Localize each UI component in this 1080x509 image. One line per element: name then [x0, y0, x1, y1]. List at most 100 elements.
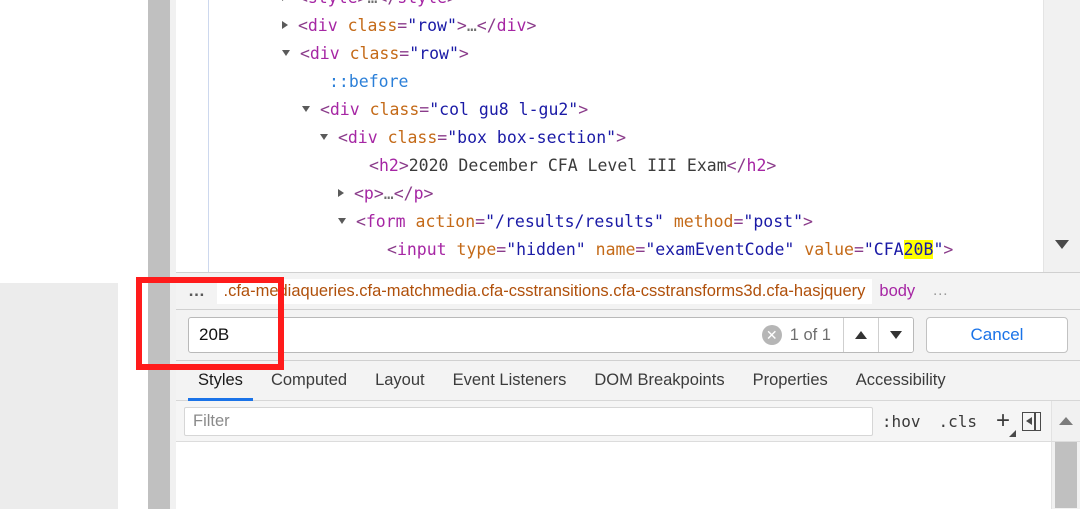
chevron-down-icon [890, 331, 902, 339]
dom-tree-row[interactable]: <div class="row"> [176, 40, 1044, 68]
code-token-tag: p [363, 184, 374, 203]
styles-rule-list[interactable]: element.style { } [176, 442, 1051, 509]
match-count: 1 of 1 [789, 325, 831, 344]
code-token-dots: … [367, 0, 377, 7]
dom-tree-row[interactable]: <div class="col gu8 l-gu2"> [176, 96, 1044, 124]
devtools-panel: <style>…</style> <div class="row">…</div… [176, 0, 1080, 509]
tab-event-listeners[interactable]: Event Listeners [439, 361, 581, 400]
dom-tree-row[interactable]: <h2>2020 December CFA Level III Exam</h2… [176, 152, 1044, 180]
search-input[interactable] [189, 318, 762, 352]
dom-tree-content[interactable]: <style>…</style> <div class="row">…</div… [176, 0, 1044, 264]
code-token-punct: > [943, 240, 954, 259]
code-token-attr: name [585, 240, 636, 259]
dom-tree-row[interactable]: ::before [176, 68, 1044, 96]
find-input-group[interactable]: ✕ 1 of 1 [188, 317, 914, 353]
dom-tree-row[interactable]: <p>…</p> [176, 180, 1044, 208]
tab-layout[interactable]: Layout [361, 361, 439, 400]
code-token-punct: = [397, 16, 408, 35]
cls-toggle-button[interactable]: .cls [929, 412, 986, 431]
triangle-right-icon[interactable] [338, 188, 344, 197]
page-gray-block [0, 283, 118, 509]
new-style-rule-button[interactable]: + [986, 407, 1016, 437]
styles-scroll-up-button[interactable] [1051, 401, 1080, 441]
code-token-tag: style [308, 0, 358, 7]
triangle-down-icon[interactable] [320, 133, 328, 140]
page-vertical-scrollbar[interactable] [148, 0, 170, 509]
dom-tree-panel[interactable]: <style>…</style> <div class="row">…</div… [176, 0, 1080, 272]
tab-properties[interactable]: Properties [739, 361, 842, 400]
code-token-punct: = [475, 212, 486, 231]
breadcrumb-item-body[interactable]: body [872, 279, 922, 304]
code-token-pseudo: ::before [329, 72, 409, 91]
code-token-punct: = [635, 240, 646, 259]
triangle-down-icon[interactable] [282, 49, 290, 56]
code-token-punct: = [853, 240, 864, 259]
code-token-tag: div [307, 16, 338, 35]
code-token-punct: > [578, 100, 589, 119]
triangle-down-icon[interactable] [302, 105, 310, 112]
triangle-down-icon[interactable] [338, 217, 346, 224]
dom-tree-row[interactable]: <input type="hidden" name="examEventCode… [176, 236, 1044, 264]
find-next-button[interactable] [878, 318, 913, 352]
cancel-button[interactable]: Cancel [926, 317, 1068, 353]
find-bar: ✕ 1 of 1 Cancel [176, 310, 1080, 361]
code-token-dots: … [466, 16, 477, 35]
clear-icon[interactable]: ✕ [761, 325, 782, 345]
code-token-punct: < [299, 44, 310, 63]
breadcrumb-item-selected[interactable]: .cfa-mediaqueries.cfa-matchmedia.cfa-css… [216, 278, 873, 304]
toggle-sidebar-icon[interactable] [1022, 411, 1041, 431]
code-token-attr: method [663, 212, 734, 231]
code-token-tag: div [329, 100, 360, 119]
code-token-punct: = [437, 128, 448, 147]
dom-tree-row[interactable]: <style>…</style> [176, 0, 1044, 12]
code-token-tag: h2 [746, 156, 767, 175]
code-token-punct: > [458, 44, 469, 63]
tab-accessibility[interactable]: Accessibility [842, 361, 960, 400]
styles-scrollbar[interactable] [1051, 442, 1080, 509]
code-token-val: "/results/results" [485, 212, 664, 231]
code-token-punct: < [297, 16, 308, 35]
triangle-right-icon[interactable] [282, 20, 288, 29]
dom-tree-row[interactable]: <form action="/results/results" method="… [176, 208, 1044, 236]
chevron-up-icon [855, 331, 867, 339]
code-token-punct: > [358, 0, 368, 7]
tab-styles[interactable]: Styles [184, 361, 257, 401]
breadcrumb-overflow-right-icon[interactable]: … [922, 282, 960, 300]
plus-icon: + [995, 407, 1010, 434]
triangle-right-icon[interactable] [282, 0, 288, 1]
chevron-down-icon[interactable] [1055, 240, 1069, 249]
code-token-text: 2020 December CFA Level III Exam [408, 156, 727, 175]
code-token-attr: value [794, 240, 854, 259]
breadcrumb-overflow-left-icon[interactable]: … [176, 281, 217, 301]
code-token-val: "row" [407, 16, 457, 35]
code-token-tag: div [347, 128, 378, 147]
code-token-punct: > [447, 0, 457, 7]
code-token-punct: > [456, 16, 467, 35]
dom-tree-row[interactable]: <div class="row">…</div> [176, 12, 1044, 40]
hov-toggle-button[interactable]: :hov [873, 412, 930, 431]
code-token-punct: = [733, 212, 744, 231]
code-token-punct: < [353, 184, 364, 203]
code-token-attr: class [359, 100, 420, 119]
dom-tree-scrollbar[interactable] [1043, 0, 1080, 272]
code-token-punct: </ [377, 0, 397, 7]
code-token-val: "CFA [863, 240, 904, 259]
find-previous-button[interactable] [843, 318, 878, 352]
dom-tree-row[interactable]: <div class="box box-section"> [176, 124, 1044, 152]
styles-scrollbar-thumb[interactable] [1055, 442, 1077, 508]
code-token-tag: h2 [378, 156, 399, 175]
code-token-punct: < [387, 240, 397, 259]
code-token-tag: style [397, 0, 447, 7]
code-token-tag: input [396, 240, 447, 259]
code-token-punct: </ [393, 184, 414, 203]
filter-input[interactable] [184, 406, 873, 436]
tab-dom-breakpoints[interactable]: DOM Breakpoints [580, 361, 738, 400]
code-token-punct: < [369, 156, 379, 175]
tab-computed[interactable]: Computed [257, 361, 361, 400]
